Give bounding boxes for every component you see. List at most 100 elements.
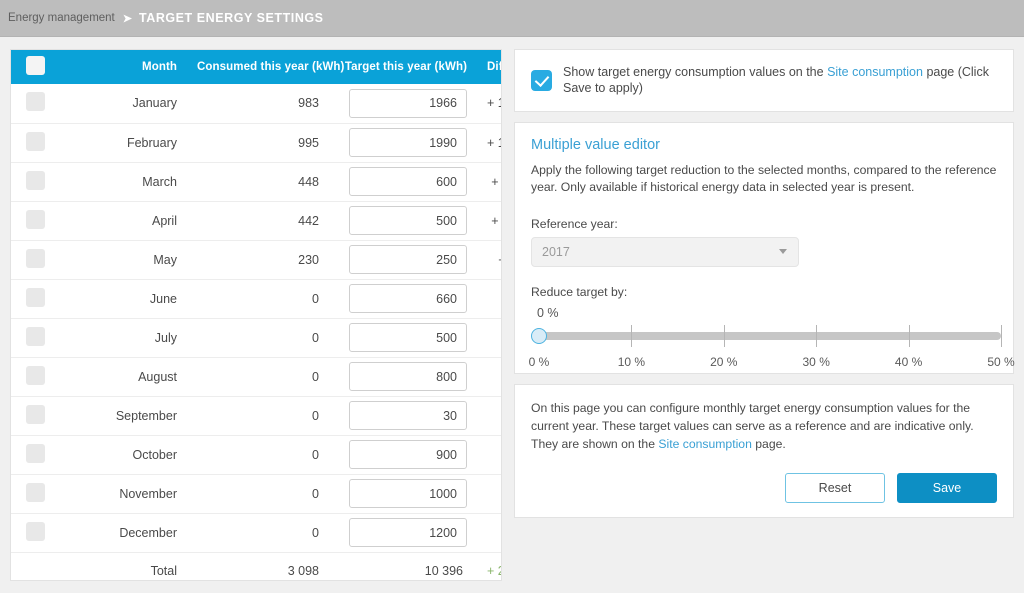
row-select-cell[interactable] <box>11 513 55 553</box>
row-select-cell[interactable] <box>11 474 55 514</box>
select-all-checkbox[interactable] <box>26 56 45 75</box>
row-checkbox[interactable] <box>26 287 45 307</box>
row-select-cell[interactable] <box>11 435 55 475</box>
target-input[interactable] <box>349 518 467 547</box>
row-select-cell[interactable] <box>11 162 55 202</box>
target-input[interactable] <box>349 128 467 157</box>
cell-consumed: 0 <box>187 318 329 358</box>
cell-consumed: 995 <box>187 123 329 163</box>
cell-consumed: 0 <box>187 435 329 475</box>
cell-month: March <box>55 162 187 202</box>
cell-target[interactable] <box>329 201 477 241</box>
slider-tick <box>723 324 725 347</box>
cell-target[interactable] <box>329 240 477 280</box>
cell-target[interactable] <box>329 474 477 514</box>
info-text-2: page. <box>755 437 786 452</box>
slider-track[interactable] <box>539 331 1001 340</box>
target-input[interactable] <box>349 440 467 469</box>
reference-year-select[interactable]: 2017 <box>531 236 799 267</box>
row-checkbox[interactable] <box>26 248 45 268</box>
row-checkbox[interactable] <box>26 521 45 541</box>
slider-tick-label: 40 % <box>894 354 923 369</box>
row-checkbox[interactable] <box>26 326 45 346</box>
cell-target[interactable] <box>329 84 477 124</box>
page-title: TARGET ENERGY SETTINGS <box>138 11 324 25</box>
table-row: June0 --- <box>11 279 501 319</box>
target-input[interactable] <box>349 323 467 352</box>
row-checkbox[interactable] <box>26 131 45 151</box>
slider-tick-label: 20 % <box>710 354 738 369</box>
row-checkbox[interactable] <box>26 92 45 112</box>
column-header-month[interactable]: Month <box>55 50 187 84</box>
reduce-target-slider[interactable] <box>531 323 1002 349</box>
cell-difference: + 100.0 % <box>477 123 501 163</box>
row-checkbox[interactable] <box>26 170 45 190</box>
cell-month: July <box>55 318 187 358</box>
cell-target[interactable] <box>329 123 477 163</box>
cell-target[interactable] <box>329 357 477 397</box>
cell-difference: --- <box>477 474 501 514</box>
row-select-cell[interactable] <box>11 396 55 436</box>
row-select-cell[interactable] <box>11 123 55 163</box>
action-buttons: Reset Save <box>531 473 997 504</box>
cell-target[interactable] <box>329 318 477 358</box>
total-label: Total <box>150 564 177 579</box>
column-header-consumed[interactable]: Consumed this year (kWh) <box>187 50 344 84</box>
slider-tick-label: 30 % <box>802 354 830 369</box>
target-input[interactable] <box>349 479 467 508</box>
target-input[interactable] <box>349 284 467 313</box>
slider-tick-labels: 0 % 10 % 20 % 30 % 40 % 50 % <box>529 354 1015 373</box>
site-consumption-link-2[interactable]: Site consumption <box>658 437 752 451</box>
cell-target[interactable] <box>329 513 477 553</box>
chevron-down-icon <box>779 249 787 255</box>
right-column: Show target energy consumption values on… <box>514 49 1015 519</box>
row-checkbox[interactable] <box>26 365 45 385</box>
slider-handle[interactable] <box>531 327 547 344</box>
row-checkbox[interactable] <box>26 209 45 229</box>
target-input[interactable] <box>349 206 467 235</box>
target-input[interactable] <box>349 362 467 391</box>
save-button[interactable]: Save <box>897 473 997 504</box>
row-select-cell[interactable] <box>11 84 55 124</box>
cell-month: June <box>55 279 187 319</box>
breadcrumb-parent[interactable]: Energy management <box>8 12 115 24</box>
total-target: 10 396 <box>424 564 463 579</box>
reset-button[interactable]: Reset <box>785 473 885 504</box>
cell-consumed: 0 <box>187 396 329 436</box>
show-target-panel: Show target energy consumption values on… <box>514 49 1014 112</box>
target-input[interactable] <box>349 401 467 430</box>
row-select-cell[interactable] <box>11 318 55 358</box>
site-consumption-link[interactable]: Site consumption <box>827 65 923 79</box>
table-row: December0 --- <box>11 513 501 553</box>
cell-consumed: 0 <box>187 279 329 319</box>
table-row: January983 + 100.0 % <box>11 84 501 124</box>
show-target-text-before: Show target energy consumption values on… <box>563 65 824 79</box>
table-header-row: Month Consumed this year (kWh) Target th… <box>11 50 501 84</box>
table-row: August0 --- <box>11 357 501 397</box>
column-header-target[interactable]: Target this year (kWh) <box>329 50 477 84</box>
column-header-difference[interactable]: Difference <box>477 50 501 84</box>
row-select-cell[interactable] <box>11 201 55 241</box>
slider-tick <box>908 324 910 347</box>
multiple-value-editor-panel: Multiple value editor Apply the followin… <box>514 121 1015 374</box>
target-input[interactable] <box>349 245 467 274</box>
row-select-cell[interactable] <box>11 279 55 319</box>
cell-target[interactable] <box>329 396 477 436</box>
row-checkbox[interactable] <box>26 482 45 502</box>
row-select-cell[interactable] <box>11 357 55 397</box>
cell-difference: --- <box>477 318 501 358</box>
row-checkbox[interactable] <box>26 404 45 424</box>
show-target-checkbox[interactable] <box>531 69 552 91</box>
select-all-header[interactable] <box>11 50 55 84</box>
cell-target[interactable] <box>329 435 477 475</box>
cell-month: October <box>55 435 187 475</box>
reduce-target-label: Reduce target by: <box>531 284 628 299</box>
row-checkbox[interactable] <box>26 443 45 463</box>
target-input[interactable] <box>349 167 467 196</box>
cell-target[interactable] <box>329 279 477 319</box>
row-select-cell[interactable] <box>11 240 55 280</box>
cell-target[interactable] <box>329 162 477 202</box>
target-input[interactable] <box>349 88 467 118</box>
table-row: March448 + 33.8 % <box>11 162 501 202</box>
cell-consumed: 983 <box>187 84 329 124</box>
